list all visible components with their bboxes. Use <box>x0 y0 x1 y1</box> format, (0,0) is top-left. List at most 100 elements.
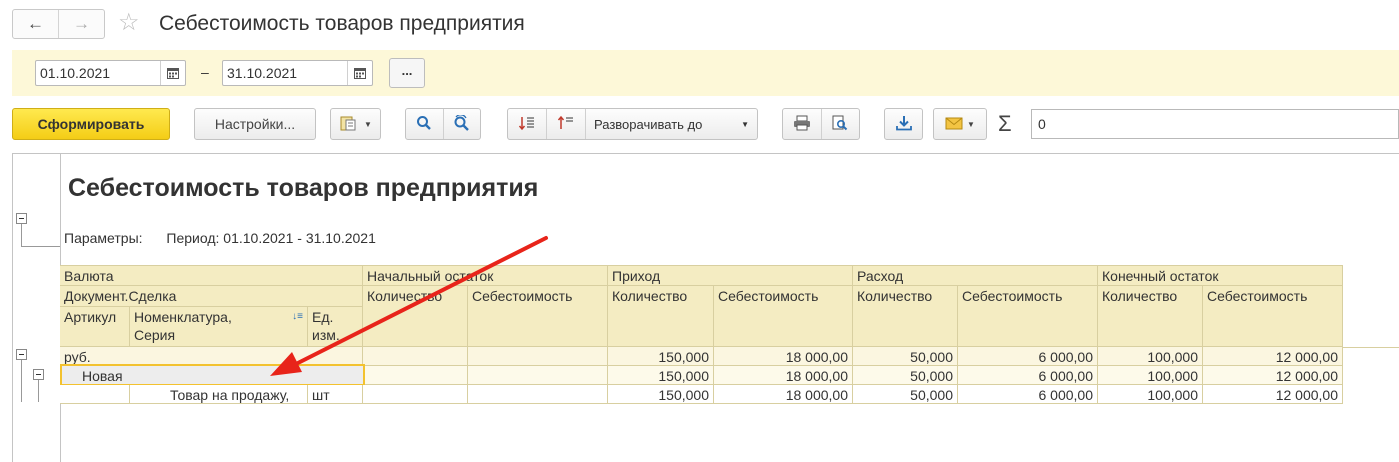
header-opening: Начальный остаток <box>363 265 608 286</box>
header-income: Приход <box>608 265 853 286</box>
print-group <box>782 108 860 140</box>
cell-opening-cost <box>468 385 608 404</box>
cell-income-cost: 18 000,00 <box>714 366 853 385</box>
generate-button[interactable]: Сформировать <box>12 108 170 140</box>
period-end-field[interactable]: 31.10.2021 <box>222 60 373 86</box>
window-title: Себестоимость товаров предприятия <box>159 12 525 35</box>
header-unit-label: Ед. <box>312 309 334 325</box>
row-line-ext <box>1343 347 1399 348</box>
star-icon[interactable]: ☆ <box>118 9 140 37</box>
arrow-right-icon: → <box>73 14 90 33</box>
header-closing-qty: Количество <box>1098 286 1203 347</box>
search-group <box>405 108 481 140</box>
tree-line <box>21 246 60 247</box>
cell-closing-qty: 100,000 <box>1098 385 1203 404</box>
header-closing-cost: Себестоимость <box>1203 286 1343 347</box>
cell-expense-cost: 6 000,00 <box>958 347 1098 366</box>
sum-icon: Σ <box>998 111 1012 136</box>
calendar-icon[interactable] <box>347 61 372 85</box>
cell-opening-qty <box>363 385 468 404</box>
period-end-value: 31.10.2021 <box>227 65 298 81</box>
print-preview-button[interactable] <box>820 109 859 139</box>
cell-opening-qty <box>365 366 468 385</box>
header-currency: Валюта <box>60 265 363 286</box>
sort-indicator-icon: ↓≡ <box>292 311 303 322</box>
period-panel <box>12 50 1399 96</box>
cell-expense-qty: 50,000 <box>853 385 958 404</box>
cell-opening-cost <box>468 366 608 385</box>
header-unit-label2: изм. <box>312 327 340 343</box>
period-start-field[interactable]: 01.10.2021 <box>35 60 186 86</box>
header-opening-cost: Себестоимость <box>468 286 608 347</box>
params-label: Параметры: <box>64 230 143 246</box>
sort-desc-button[interactable] <box>508 109 546 139</box>
expand-to-dropdown[interactable]: Разворачивать до ▼ <box>585 109 757 139</box>
params-value: Период: 01.10.2021 - 31.10.2021 <box>166 230 376 246</box>
header-document: Документ.Сделка <box>60 286 363 307</box>
collapse-group-toggle[interactable] <box>16 349 27 360</box>
cell-income-qty: 150,000 <box>608 366 714 385</box>
cell-nomenclature[interactable]: Товар на продажу, <box>130 385 308 404</box>
chevron-down-icon: ▼ <box>967 119 975 129</box>
report-left-border <box>12 153 13 462</box>
settings-button[interactable]: Настройки... <box>194 108 316 140</box>
grouping-group: Разворачивать до ▼ <box>507 108 758 140</box>
header-unit: Ед. изм. <box>308 307 363 347</box>
cell-expense-cost: 6 000,00 <box>958 385 1098 404</box>
report-top-border <box>12 153 1399 154</box>
chevron-down-icon: ▼ <box>364 119 372 129</box>
cell-income-qty: 150,000 <box>608 385 714 404</box>
back-button[interactable]: ← <box>13 10 58 38</box>
variants-icon <box>339 114 361 135</box>
sort-desc-icon <box>518 115 536 134</box>
print-preview-icon <box>831 115 849 134</box>
arrow-left-icon: ← <box>27 14 44 33</box>
save-button[interactable] <box>884 108 923 140</box>
period-dash: – <box>201 64 209 80</box>
sum-field[interactable]: 0 <box>1031 109 1399 139</box>
period-select-button[interactable]: ... <box>389 58 425 88</box>
tree-line <box>38 380 39 402</box>
cell-expense-qty: 50,000 <box>853 366 958 385</box>
cell-expense-cost: 6 000,00 <box>958 366 1098 385</box>
header-article: Артикул <box>60 307 130 347</box>
search-refresh-button[interactable] <box>442 109 480 139</box>
collapse-header-toggle[interactable] <box>16 213 27 224</box>
cell-closing-cost: 12 000,00 <box>1203 347 1343 366</box>
search-button[interactable] <box>406 109 443 139</box>
cell-income-qty: 150,000 <box>608 347 714 366</box>
chevron-down-icon: ▼ <box>741 119 749 129</box>
header-nomenclature-label: Номенклатура, <box>134 309 232 325</box>
tree-line <box>21 224 22 246</box>
search-icon <box>416 115 432 134</box>
period-start-value: 01.10.2021 <box>40 65 111 81</box>
expand-to-label: Разворачивать до <box>594 116 703 132</box>
download-icon <box>895 115 913 134</box>
cell-income-cost: 18 000,00 <box>714 385 853 404</box>
collapse-subgroup-toggle[interactable] <box>33 369 44 380</box>
search-refresh-icon <box>453 113 471 134</box>
report-title: Себестоимость товаров предприятия <box>68 174 539 202</box>
print-button[interactable] <box>783 109 821 139</box>
header-income-qty: Количество <box>608 286 714 347</box>
cell-unit: шт <box>308 385 363 404</box>
header-expense-qty: Количество <box>853 286 958 347</box>
header-income-cost: Себестоимость <box>714 286 853 347</box>
cell-closing-cost: 12 000,00 <box>1203 366 1343 385</box>
header-expense: Расход <box>853 265 1098 286</box>
header-nomenclature: Номенклатура, ↓≡ Серия <box>130 307 308 347</box>
cell-opening-qty <box>363 347 468 366</box>
calendar-icon[interactable] <box>160 61 185 85</box>
header-expense-cost: Себестоимость <box>958 286 1098 347</box>
variants-button[interactable]: ▼ <box>330 108 381 140</box>
row-label-cell-selected[interactable]: Новая <box>60 364 365 386</box>
report-parameters: Параметры: Период: 01.10.2021 - 31.10.20… <box>64 230 376 246</box>
forward-button[interactable]: → <box>58 10 104 38</box>
sort-asc-button[interactable] <box>546 109 585 139</box>
cell-income-cost: 18 000,00 <box>714 347 853 366</box>
tree-line <box>21 360 22 402</box>
cell-expense-qty: 50,000 <box>853 347 958 366</box>
header-opening-qty: Количество <box>363 286 468 347</box>
cell-closing-cost: 12 000,00 <box>1203 385 1343 404</box>
send-email-button[interactable]: ▼ <box>933 108 987 140</box>
